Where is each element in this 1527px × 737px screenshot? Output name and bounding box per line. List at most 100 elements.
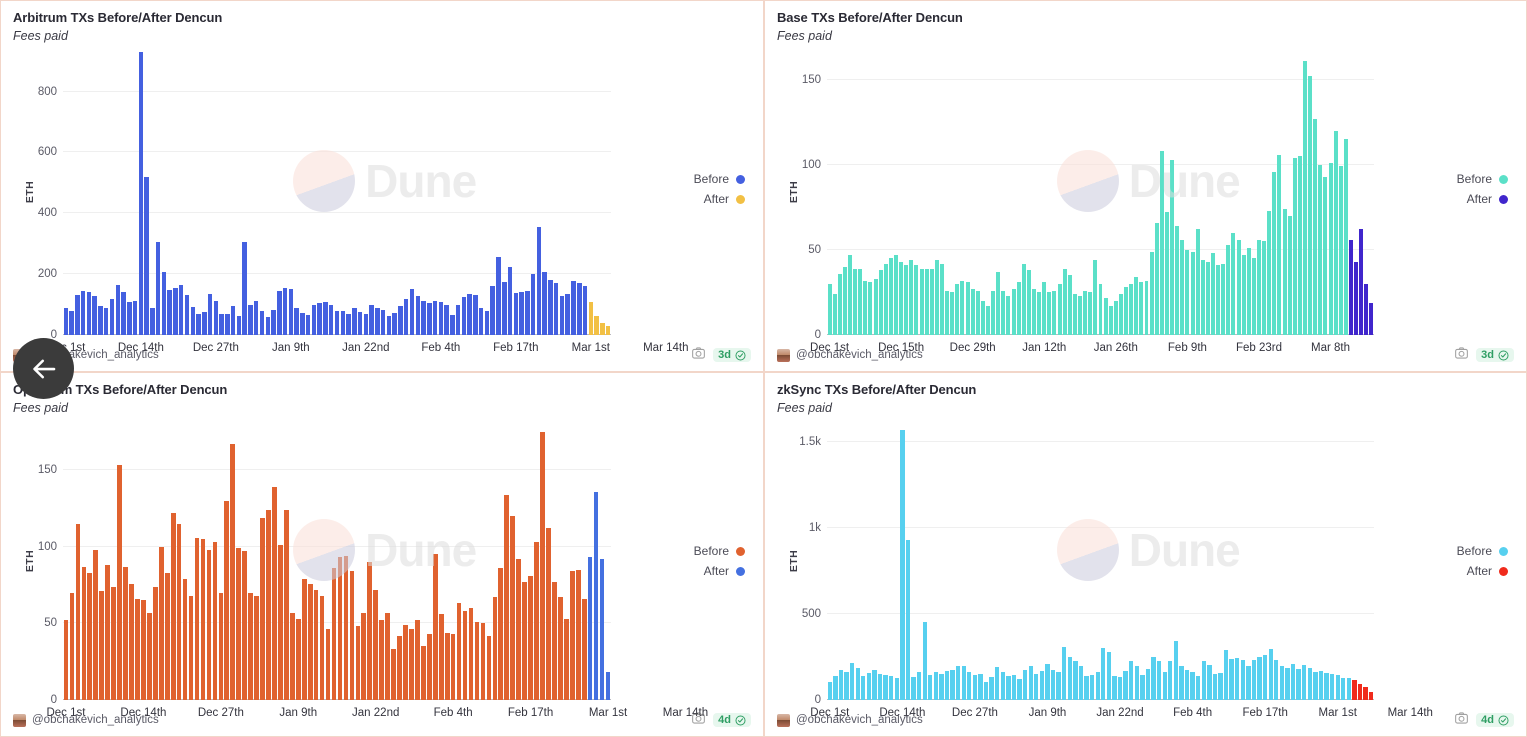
bar[interactable] — [1213, 674, 1217, 700]
bar[interactable] — [462, 297, 466, 335]
bar[interactable] — [1354, 262, 1358, 335]
bar[interactable] — [1170, 160, 1174, 335]
bar[interactable] — [976, 291, 980, 335]
bar[interactable] — [1175, 226, 1179, 335]
bar[interactable] — [606, 326, 610, 335]
bar[interactable] — [260, 311, 264, 335]
bar[interactable] — [421, 646, 426, 700]
bar[interactable] — [1308, 668, 1312, 700]
bar[interactable] — [473, 295, 477, 335]
bar[interactable] — [940, 264, 944, 336]
bar[interactable] — [1093, 260, 1097, 335]
bar[interactable] — [1235, 658, 1239, 700]
bar[interactable] — [133, 301, 137, 335]
bar[interactable] — [493, 597, 498, 700]
bar[interactable] — [955, 284, 959, 335]
bar[interactable] — [1191, 252, 1195, 335]
bar[interactable] — [1034, 674, 1038, 700]
bar[interactable] — [230, 444, 235, 700]
bar[interactable] — [534, 542, 539, 700]
bar[interactable] — [456, 305, 460, 335]
bar[interactable] — [1145, 281, 1149, 335]
legend-item-after[interactable]: After — [694, 189, 745, 209]
bar[interactable] — [1190, 672, 1194, 700]
bar[interactable] — [833, 676, 837, 700]
bar[interactable] — [967, 672, 971, 700]
bar[interactable] — [1267, 211, 1271, 335]
bar[interactable] — [935, 260, 939, 335]
bar[interactable] — [87, 573, 92, 700]
bar[interactable] — [173, 288, 177, 335]
bar[interactable] — [1160, 151, 1164, 335]
bar[interactable] — [1073, 294, 1077, 335]
bar[interactable] — [150, 308, 154, 335]
bar[interactable] — [300, 313, 304, 335]
bar[interactable] — [519, 292, 523, 335]
bar[interactable] — [1341, 678, 1345, 700]
bar[interactable] — [1202, 661, 1206, 700]
bar[interactable] — [427, 303, 431, 335]
bar[interactable] — [361, 613, 366, 700]
bar[interactable] — [1068, 657, 1072, 700]
bar[interactable] — [1231, 233, 1235, 335]
bar[interactable] — [317, 303, 321, 335]
bar[interactable] — [242, 551, 247, 700]
bar[interactable] — [104, 308, 108, 335]
bar[interactable] — [356, 626, 361, 700]
bar[interactable] — [1032, 289, 1036, 335]
bar[interactable] — [1293, 158, 1297, 335]
bar[interactable] — [828, 284, 832, 335]
bar[interactable] — [260, 518, 265, 700]
bar[interactable] — [984, 682, 988, 700]
bar[interactable] — [884, 264, 888, 336]
bar[interactable] — [231, 306, 235, 335]
bar[interactable] — [600, 559, 605, 700]
bar[interactable] — [1101, 648, 1105, 700]
bar[interactable] — [904, 265, 908, 335]
chart-card-zksync[interactable]: zkSync TXs Before/After Dencun Fees paid… — [764, 372, 1527, 737]
bar[interactable] — [1369, 303, 1373, 335]
bar[interactable] — [1323, 177, 1327, 335]
bar[interactable] — [236, 548, 241, 700]
bar[interactable] — [1155, 223, 1159, 335]
bar[interactable] — [1303, 61, 1307, 335]
bar[interactable] — [1324, 673, 1328, 700]
bar[interactable] — [1277, 155, 1281, 335]
bar[interactable] — [326, 629, 331, 700]
bar[interactable] — [1078, 296, 1082, 335]
bar[interactable] — [392, 313, 396, 335]
bar[interactable] — [64, 308, 68, 335]
bar[interactable] — [1063, 269, 1067, 335]
bar[interactable] — [560, 296, 564, 335]
bar[interactable] — [409, 629, 414, 700]
bar[interactable] — [139, 52, 143, 335]
bar[interactable] — [861, 676, 865, 700]
bar[interactable] — [1163, 672, 1167, 700]
bar[interactable] — [248, 305, 252, 335]
bar[interactable] — [153, 587, 158, 700]
bar[interactable] — [971, 289, 975, 335]
bar[interactable] — [853, 269, 857, 335]
bar[interactable] — [397, 636, 402, 700]
bar[interactable] — [856, 668, 860, 700]
bar[interactable] — [899, 262, 903, 335]
bar[interactable] — [1151, 657, 1155, 700]
bar[interactable] — [508, 267, 512, 335]
bar[interactable] — [1107, 652, 1111, 700]
bar[interactable] — [504, 495, 509, 700]
bar[interactable] — [237, 316, 241, 335]
bar[interactable] — [144, 177, 148, 335]
bar[interactable] — [352, 308, 356, 335]
bar[interactable] — [1336, 675, 1340, 700]
legend-item-before[interactable]: Before — [694, 169, 745, 189]
bar[interactable] — [1140, 675, 1144, 700]
bar[interactable] — [87, 292, 91, 335]
bar[interactable] — [502, 282, 506, 335]
bar[interactable] — [171, 513, 176, 700]
bar[interactable] — [1027, 270, 1031, 335]
bar[interactable] — [277, 291, 281, 335]
bar[interactable] — [516, 559, 521, 700]
bar[interactable] — [266, 317, 270, 335]
bar[interactable] — [991, 291, 995, 335]
bar[interactable] — [314, 590, 319, 700]
